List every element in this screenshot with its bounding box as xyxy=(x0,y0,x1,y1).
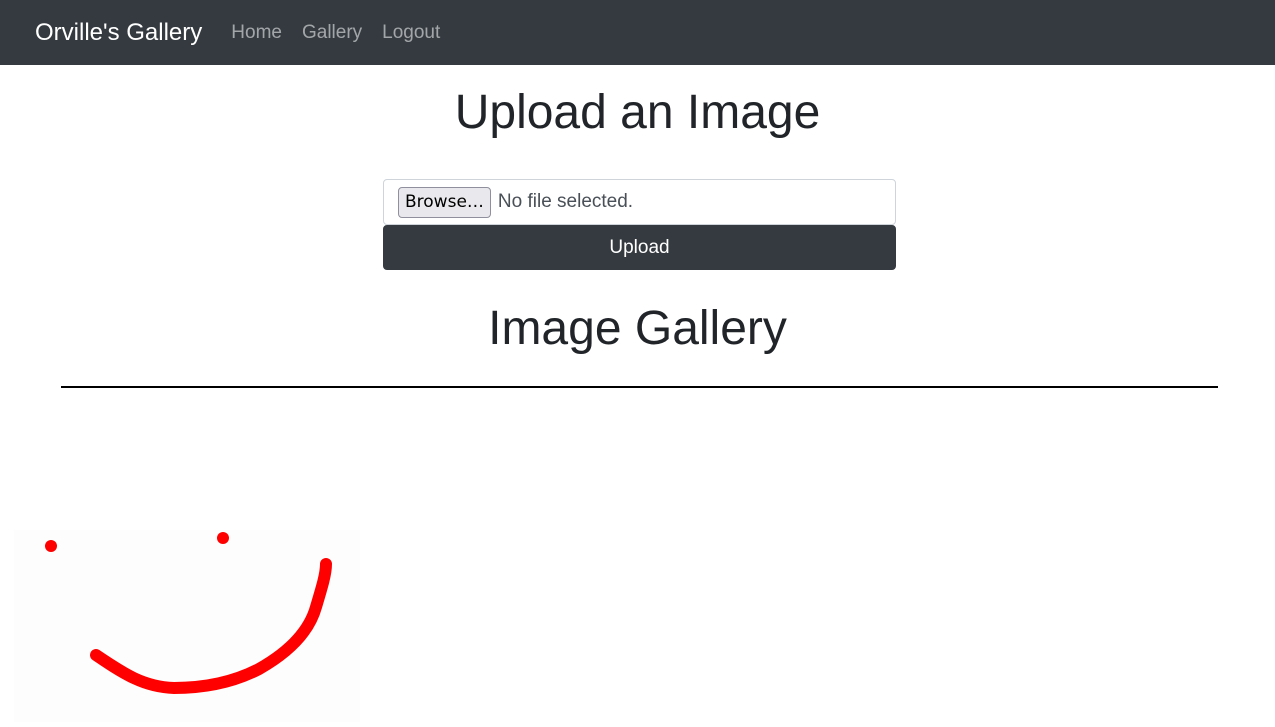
gallery-image-smiley[interactable] xyxy=(14,492,360,722)
upload-title: Upload an Image xyxy=(454,86,821,139)
browse-button[interactable]: Browse… xyxy=(398,186,491,218)
smiley-left-eye xyxy=(45,540,57,552)
nav-link-logout[interactable]: Logout xyxy=(382,22,440,44)
upload-button[interactable]: Upload xyxy=(383,225,896,270)
divider xyxy=(61,386,1218,388)
file-input[interactable]: Browse… No file selected. xyxy=(383,179,896,225)
nav-link-home[interactable]: Home xyxy=(231,22,282,44)
file-status-text: No file selected. xyxy=(497,191,634,212)
smiley-right-eye xyxy=(217,532,229,544)
gallery-title: Image Gallery xyxy=(488,302,787,355)
navbar: Orville's Gallery Home Gallery Logout xyxy=(0,0,1275,65)
nav-link-gallery[interactable]: Gallery xyxy=(302,22,362,44)
brand-link[interactable]: Orville's Gallery xyxy=(35,19,202,47)
